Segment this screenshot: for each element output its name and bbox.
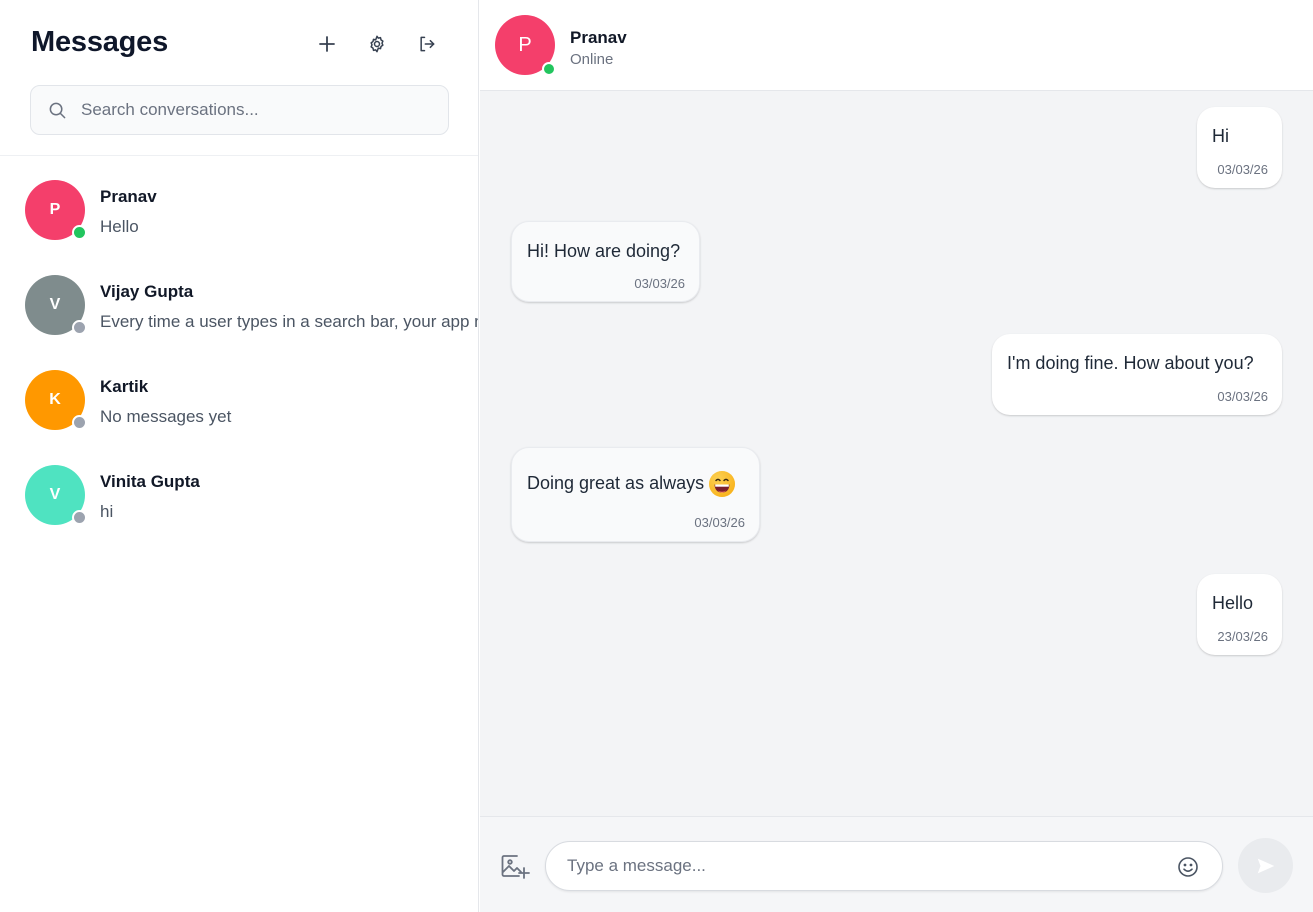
send-button[interactable] xyxy=(1238,838,1293,893)
conversation-sidebar: Messages P Pranav Hello xyxy=(0,0,479,912)
conversation-preview: Every time a user types in a search bar,… xyxy=(100,312,478,331)
attach-image-button[interactable] xyxy=(500,853,530,881)
message-timestamp: 03/03/26 xyxy=(1217,389,1268,404)
contact-status: Online xyxy=(570,51,614,68)
logout-button[interactable] xyxy=(412,29,442,59)
conversation-preview: Hello xyxy=(100,217,139,236)
message-bubble-incoming: Hi! How are doing? 03/03/26 xyxy=(511,221,700,302)
avatar: V xyxy=(25,465,87,525)
message-text: Hi xyxy=(1212,126,1229,146)
chat-header: P Pranav Online xyxy=(480,0,1313,91)
offline-status-dot xyxy=(72,510,87,525)
message-text: Hi! How are doing? xyxy=(527,241,681,261)
conversation-preview: No messages yet xyxy=(100,407,232,426)
message-timestamp: 23/03/26 xyxy=(1217,629,1268,644)
message-text: Doing great as always xyxy=(527,472,705,493)
sidebar-header: Messages xyxy=(0,0,478,156)
page-title: Messages xyxy=(31,26,169,58)
message-input[interactable] xyxy=(567,856,1157,876)
conversation-item-pranav[interactable]: P Pranav Hello xyxy=(0,167,478,262)
message-bubble-outgoing: Hi 03/03/26 xyxy=(1197,107,1282,188)
search-box xyxy=(30,85,449,135)
avatar: K xyxy=(25,370,87,430)
avatar-initial: P xyxy=(49,201,61,218)
avatar: P xyxy=(25,180,87,240)
message-text: I'm doing fine. How about you? xyxy=(1007,353,1254,373)
message-composer xyxy=(480,816,1313,912)
avatar-initial: V xyxy=(49,486,61,503)
message-bubble-outgoing: I'm doing fine. How about you? 03/03/26 xyxy=(992,334,1282,415)
avatar-initial: P xyxy=(518,33,532,56)
chat-pane: P Pranav Online Hi 03/03/26 Hi! How are … xyxy=(480,0,1313,912)
logout-icon xyxy=(420,36,435,52)
offline-status-dot xyxy=(72,415,87,430)
message-bubble-incoming: Doing great as always 03/03/26 xyxy=(511,447,760,542)
search-input[interactable] xyxy=(81,100,441,120)
add-image-icon xyxy=(501,855,530,879)
conversation-name: Vinita Gupta xyxy=(100,472,200,491)
conversation-item-vijay-gupta[interactable]: V Vijay Gupta Every time a user types in… xyxy=(0,262,478,357)
contact-name: Pranav xyxy=(570,28,627,47)
conversation-name: Kartik xyxy=(100,377,149,396)
conversation-preview: hi xyxy=(100,502,114,521)
emoji-picker-icon[interactable] xyxy=(1176,855,1200,879)
online-status-dot xyxy=(72,225,87,240)
offline-status-dot xyxy=(72,320,87,335)
message-timestamp: 03/03/26 xyxy=(634,276,685,291)
message-timestamp: 03/03/26 xyxy=(1217,162,1268,177)
online-status-dot xyxy=(542,62,556,76)
conversation-name: Vijay Gupta xyxy=(100,282,194,301)
avatar-initial: K xyxy=(49,391,61,408)
conversation-name: Pranav xyxy=(100,187,157,206)
conversation-item-kartik[interactable]: K Kartik No messages yet xyxy=(0,357,478,452)
search-icon xyxy=(47,100,67,120)
new-chat-button[interactable] xyxy=(312,29,342,59)
message-text: Hello xyxy=(1212,593,1254,613)
settings-button[interactable] xyxy=(362,29,392,59)
grinning-face-emoji-icon xyxy=(709,471,736,497)
message-text-row: Doing great as always xyxy=(527,470,736,498)
gear-icon xyxy=(370,35,384,53)
send-icon xyxy=(1257,858,1274,873)
avatar-initial: V xyxy=(49,296,61,313)
message-bubble-outgoing: Hello 23/03/26 xyxy=(1197,574,1282,655)
message-timestamp: 03/03/26 xyxy=(694,515,745,530)
conversation-item-vinita-gupta[interactable]: V Vinita Gupta hi xyxy=(0,452,478,547)
plus-icon xyxy=(319,36,335,52)
contact-avatar: P xyxy=(495,15,556,76)
avatar: V xyxy=(25,275,87,335)
message-input-box xyxy=(545,841,1223,891)
